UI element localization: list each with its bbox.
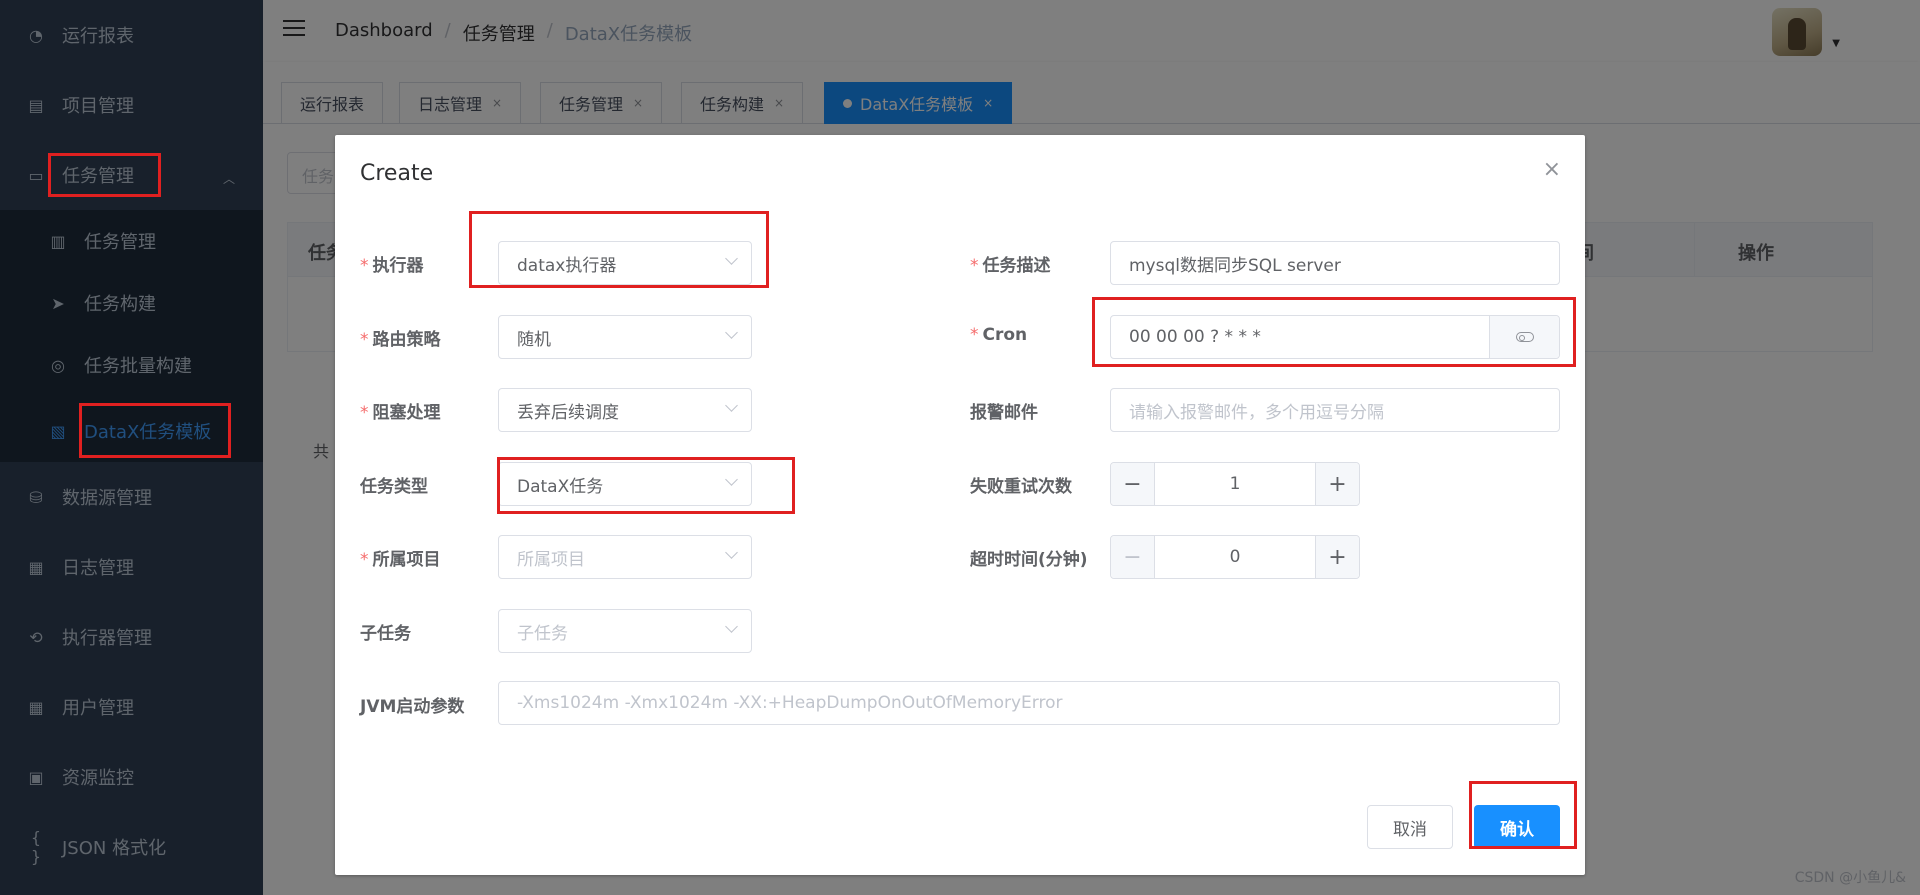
chevron-down-icon [725, 328, 737, 340]
decrement-button[interactable]: − [1111, 463, 1155, 505]
select-value: DataX任务 [517, 476, 604, 497]
input-value: mysql数据同步SQL server [1129, 255, 1341, 276]
task-desc-input[interactable]: mysql数据同步SQL server [1110, 241, 1560, 285]
chevron-down-icon [725, 401, 737, 413]
increment-button[interactable]: + [1315, 463, 1359, 505]
required-mark: * [360, 550, 369, 570]
project-label: * 所属项目 [360, 545, 441, 570]
retry-count-value[interactable]: 1 [1155, 463, 1315, 505]
label-text: 子任务 [360, 624, 411, 644]
task-type-select[interactable]: DataX任务 [498, 462, 752, 506]
decrement-button[interactable]: − [1111, 536, 1155, 578]
input-placeholder: -Xms1024m -Xmx1024m -XX:+HeapDumpOnOutOf… [517, 693, 1063, 713]
label-text: 失败重试次数 [970, 477, 1072, 497]
block-strategy-select[interactable]: 丢弃后续调度 [498, 388, 752, 432]
child-task-select[interactable]: 子任务 [498, 609, 752, 653]
task-type-label: 任务类型 [360, 472, 428, 497]
label-text: Cron [982, 325, 1028, 345]
jvm-params-label: JVM启动参数 [360, 692, 464, 717]
task-desc-label: * 任务描述 [970, 251, 1051, 276]
label-text: 阻塞处理 [372, 403, 441, 423]
cron-input[interactable]: 00 00 00 ? * * * [1110, 315, 1560, 359]
alarm-email-label: 报警邮件 [970, 398, 1038, 423]
select-value: datax执行器 [517, 255, 617, 276]
timeout-label: 超时时间(分钟) [970, 545, 1088, 570]
label-text: 执行器 [372, 256, 424, 276]
cron-toggle-button[interactable] [1489, 316, 1559, 358]
label-text: 路由策略 [372, 330, 441, 350]
cancel-button[interactable]: 取消 [1367, 805, 1453, 849]
chevron-down-icon [725, 548, 737, 560]
watermark: CSDN @小鱼儿& [1794, 870, 1906, 886]
executor-select[interactable]: datax执行器 [498, 241, 752, 285]
required-mark: * [970, 325, 979, 345]
label-text: 报警邮件 [970, 403, 1038, 423]
label-text: 超时时间(分钟) [970, 550, 1088, 570]
executor-label: * 执行器 [360, 251, 424, 276]
timeout-stepper: − 0 + [1110, 535, 1360, 579]
chevron-down-icon [725, 475, 737, 487]
label-text: 任务类型 [360, 477, 428, 497]
retry-count-label: 失败重试次数 [970, 472, 1072, 497]
child-task-label: 子任务 [360, 619, 411, 644]
block-strategy-label: * 阻塞处理 [360, 398, 441, 423]
close-icon[interactable]: × [1543, 159, 1561, 181]
toggle-icon [1515, 332, 1534, 342]
select-placeholder: 所属项目 [517, 549, 585, 570]
confirm-button[interactable]: 确认 [1474, 805, 1560, 849]
input-value: 00 00 00 ? * * * [1129, 327, 1261, 347]
increment-button[interactable]: + [1315, 536, 1359, 578]
project-select[interactable]: 所属项目 [498, 535, 752, 579]
required-mark: * [360, 403, 369, 423]
select-placeholder: 子任务 [517, 623, 568, 644]
required-mark: * [360, 330, 369, 350]
timeout-value[interactable]: 0 [1155, 536, 1315, 578]
select-value: 丢弃后续调度 [517, 402, 619, 423]
input-placeholder: 请输入报警邮件，多个用逗号分隔 [1129, 402, 1384, 423]
label-text: 所属项目 [372, 550, 441, 570]
alarm-email-input[interactable]: 请输入报警邮件，多个用逗号分隔 [1110, 388, 1560, 432]
cron-label: * Cron [970, 325, 1027, 345]
retry-count-stepper: − 1 + [1110, 462, 1360, 506]
route-strategy-select[interactable]: 随机 [498, 315, 752, 359]
jvm-params-input[interactable]: -Xms1024m -Xmx1024m -XX:+HeapDumpOnOutOf… [498, 681, 1560, 725]
chevron-down-icon [725, 622, 737, 634]
required-mark: * [360, 256, 369, 276]
dialog-title: Create [360, 161, 434, 186]
route-strategy-label: * 路由策略 [360, 325, 441, 350]
create-dialog: Create × * 执行器 datax执行器 * 路由策略 随机 * 阻塞处理 丢弃… [335, 135, 1585, 875]
select-value: 随机 [517, 329, 551, 350]
label-text: 任务描述 [982, 256, 1051, 276]
chevron-down-icon [725, 254, 737, 266]
label-text: JVM启动参数 [360, 697, 465, 717]
required-mark: * [970, 256, 979, 276]
